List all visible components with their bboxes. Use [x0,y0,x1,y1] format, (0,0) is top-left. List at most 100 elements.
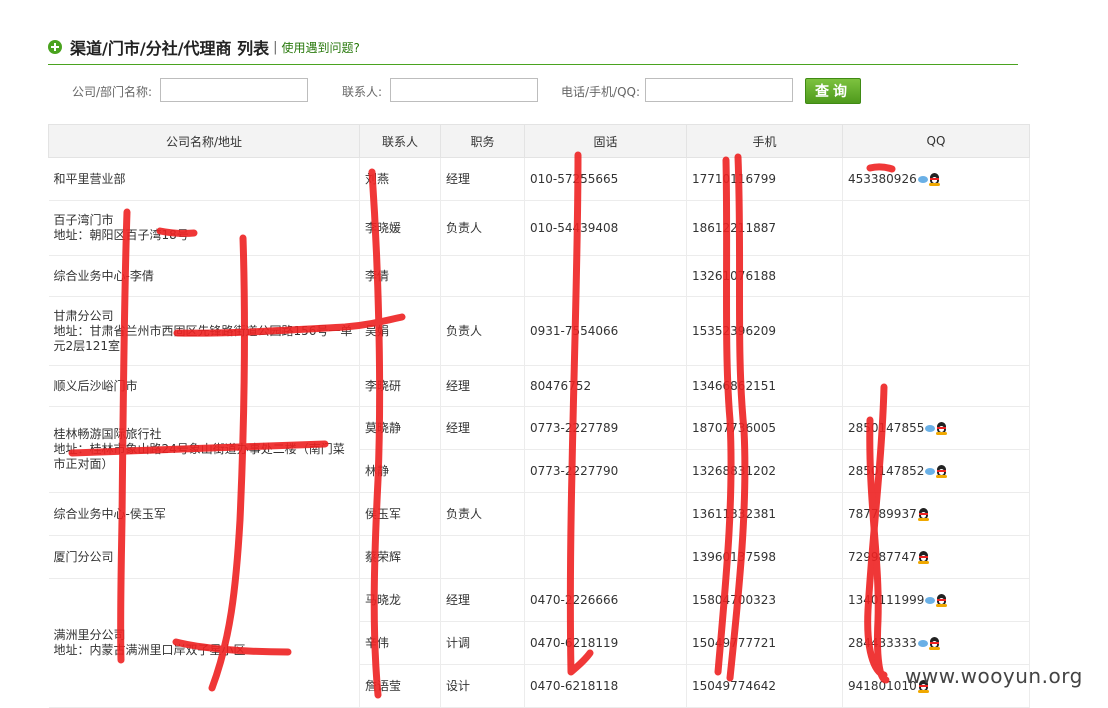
qq-contact[interactable]: 787789937 [848,507,929,522]
landline-cell [524,255,687,297]
company-cell: 厦门分公司 [48,535,360,579]
contact-cell: 马晓龙 [359,578,441,622]
mobile-cell: 18707736005 [686,406,843,450]
contact-cell: 莫晓静 [359,406,441,450]
qq-cell: 1340111999 [842,578,1030,622]
company-cell: 百子湾门市 地址：朝阳区百子湾18号 [48,200,360,256]
company-cell: 和平里营业部 [48,157,360,201]
col-header-title: 职务 [440,124,525,158]
qq-penguin-icon[interactable] [917,507,929,521]
table-row: 甘肃分公司 地址：甘肃省兰州市西固区先锋路街道公园路156号一单元2层121室 吴… [48,296,1030,366]
title-separator: | [273,39,278,55]
company-cell: 顺义后沙峪门市 [48,365,360,407]
qq-cell [842,255,1030,297]
company-cell: 甘肃分公司 地址：甘肃省兰州市西固区先锋路街道公园路156号一单元2层121室 [48,296,360,366]
contact-cell: 刘燕 [359,157,441,201]
chat-bubble-icon [917,175,928,183]
contact-cell: 詹语莹 [359,664,441,708]
qq-number: 284433333 [848,635,917,650]
qq-cell [842,296,1030,366]
title-cell: 经理 [440,406,525,450]
contact-cell: 蔡荣辉 [359,535,441,579]
table-row: 百子湾门市 地址：朝阳区百子湾18号 李晓媛 负责人 010-54439408 1… [48,200,1030,256]
qq-number: 787789937 [848,506,917,521]
mobile-cell: 13611332381 [686,492,843,536]
mobile-cell: 15352396209 [686,296,843,366]
qq-contact[interactable]: 729987747 [848,550,929,565]
contact-search-label: 联系人: [342,85,383,99]
title-cell [440,535,525,579]
title-cell: 负责人 [440,492,525,536]
qq-cell: 2850147855 [842,406,1030,450]
company-name: 顺义后沙峪门市 [53,378,138,393]
landline-cell: 0470-6218118 [524,664,687,708]
landline-cell: 80476752 [524,365,687,407]
qq-contact[interactable]: 2850147855 [848,420,948,436]
help-link[interactable]: 使用遇到问题? [282,39,360,56]
channel-table: 公司名称/地址 联系人 职务 固话 手机 QQ 和平里营业部 刘燕 经理 010… [48,124,1030,708]
title-cell: 经理 [440,157,525,201]
title-cell [440,449,525,493]
landline-cell [524,535,687,579]
qq-cell: 729987747 [842,535,1030,579]
contact-cell: 林静 [359,449,441,493]
qq-number: 2850147855 [848,420,925,435]
mobile-cell: 13268831202 [686,449,843,493]
qq-contact[interactable]: 284433333 [848,636,940,651]
col-header-company: 公司名称/地址 [48,124,360,158]
mobile-cell: 13261076188 [686,255,843,297]
table-row: 满洲里分公司 地址：内蒙古满洲里口岸双子星小区 马晓龙 经理 0470-22266… [48,578,1030,708]
landline-cell: 0470-6218119 [524,621,687,665]
qq-penguin-icon[interactable] [936,464,948,478]
page-root: 渠道/门市/分社/代理商 列表 | 使用遇到问题? 公司/部门名称: 联系人: … [0,0,1108,708]
title-cell: 经理 [440,365,525,407]
title-cell: 计调 [440,621,525,665]
plus-circle-icon [48,40,62,54]
mobile-cell: 15049777721 [686,621,843,665]
table-row: 和平里营业部 刘燕 经理 010-57255665 17710116799 45… [48,157,1030,201]
contact-cell: 侯玉军 [359,492,441,536]
mobile-cell: 18612211887 [686,200,843,256]
qq-number: 729987747 [848,549,917,564]
qq-cell: 284433333 [842,621,1030,665]
qq-number: 1340111999 [848,592,925,607]
company-search-label: 公司/部门名称: [72,85,153,99]
landline-cell: 0931-7554066 [524,296,687,366]
company-search-input[interactable] [160,78,308,102]
watermark: www.wooyun.org [905,664,1083,688]
chat-bubble-icon [925,596,936,604]
qq-penguin-icon[interactable] [928,172,940,186]
qq-penguin-icon[interactable] [936,593,948,607]
query-button[interactable]: 查询 [805,78,861,104]
landline-cell: 010-57255665 [524,157,687,201]
company-cell: 综合业务中心-李倩 [48,255,360,297]
contact-cell: 吴娟 [359,296,441,366]
qq-cell: 2850147852 [842,449,1030,493]
qq-contact[interactable]: 453380926 [848,172,940,187]
mobile-cell: 15049774642 [686,664,843,708]
contact-search-input[interactable] [390,78,538,102]
company-address: 地址：朝阳区百子湾18号 [53,228,189,242]
title-cell: 负责人 [440,200,525,256]
phone-search-input[interactable] [645,78,793,102]
qq-penguin-icon[interactable] [936,421,948,435]
qq-contact[interactable]: 2850147852 [848,463,948,479]
qq-penguin-icon[interactable] [917,550,929,564]
mobile-cell: 13960137598 [686,535,843,579]
company-name: 甘肃分公司 [53,308,114,323]
contact-cell: 李晓媛 [359,200,441,256]
qq-penguin-icon[interactable] [928,636,940,650]
company-address: 地址：内蒙古满洲里口岸双子星小区 [53,643,246,657]
landline-cell: 010-54439408 [524,200,687,256]
title-bar: 渠道/门市/分社/代理商 列表 | 使用遇到问题? [48,30,1018,65]
mobile-cell: 15804700323 [686,578,843,622]
company-name: 综合业务中心-侯玉军 [53,506,166,521]
contact-cell: 辛伟 [359,621,441,665]
col-header-contact: 联系人 [359,124,441,158]
company-name: 综合业务中心-李倩 [53,268,154,283]
qq-cell [842,200,1030,256]
qq-number: 2850147852 [848,463,925,478]
landline-cell: 0773-2227789 [524,406,687,450]
chat-bubble-icon [925,467,936,475]
qq-contact[interactable]: 1340111999 [848,592,948,608]
